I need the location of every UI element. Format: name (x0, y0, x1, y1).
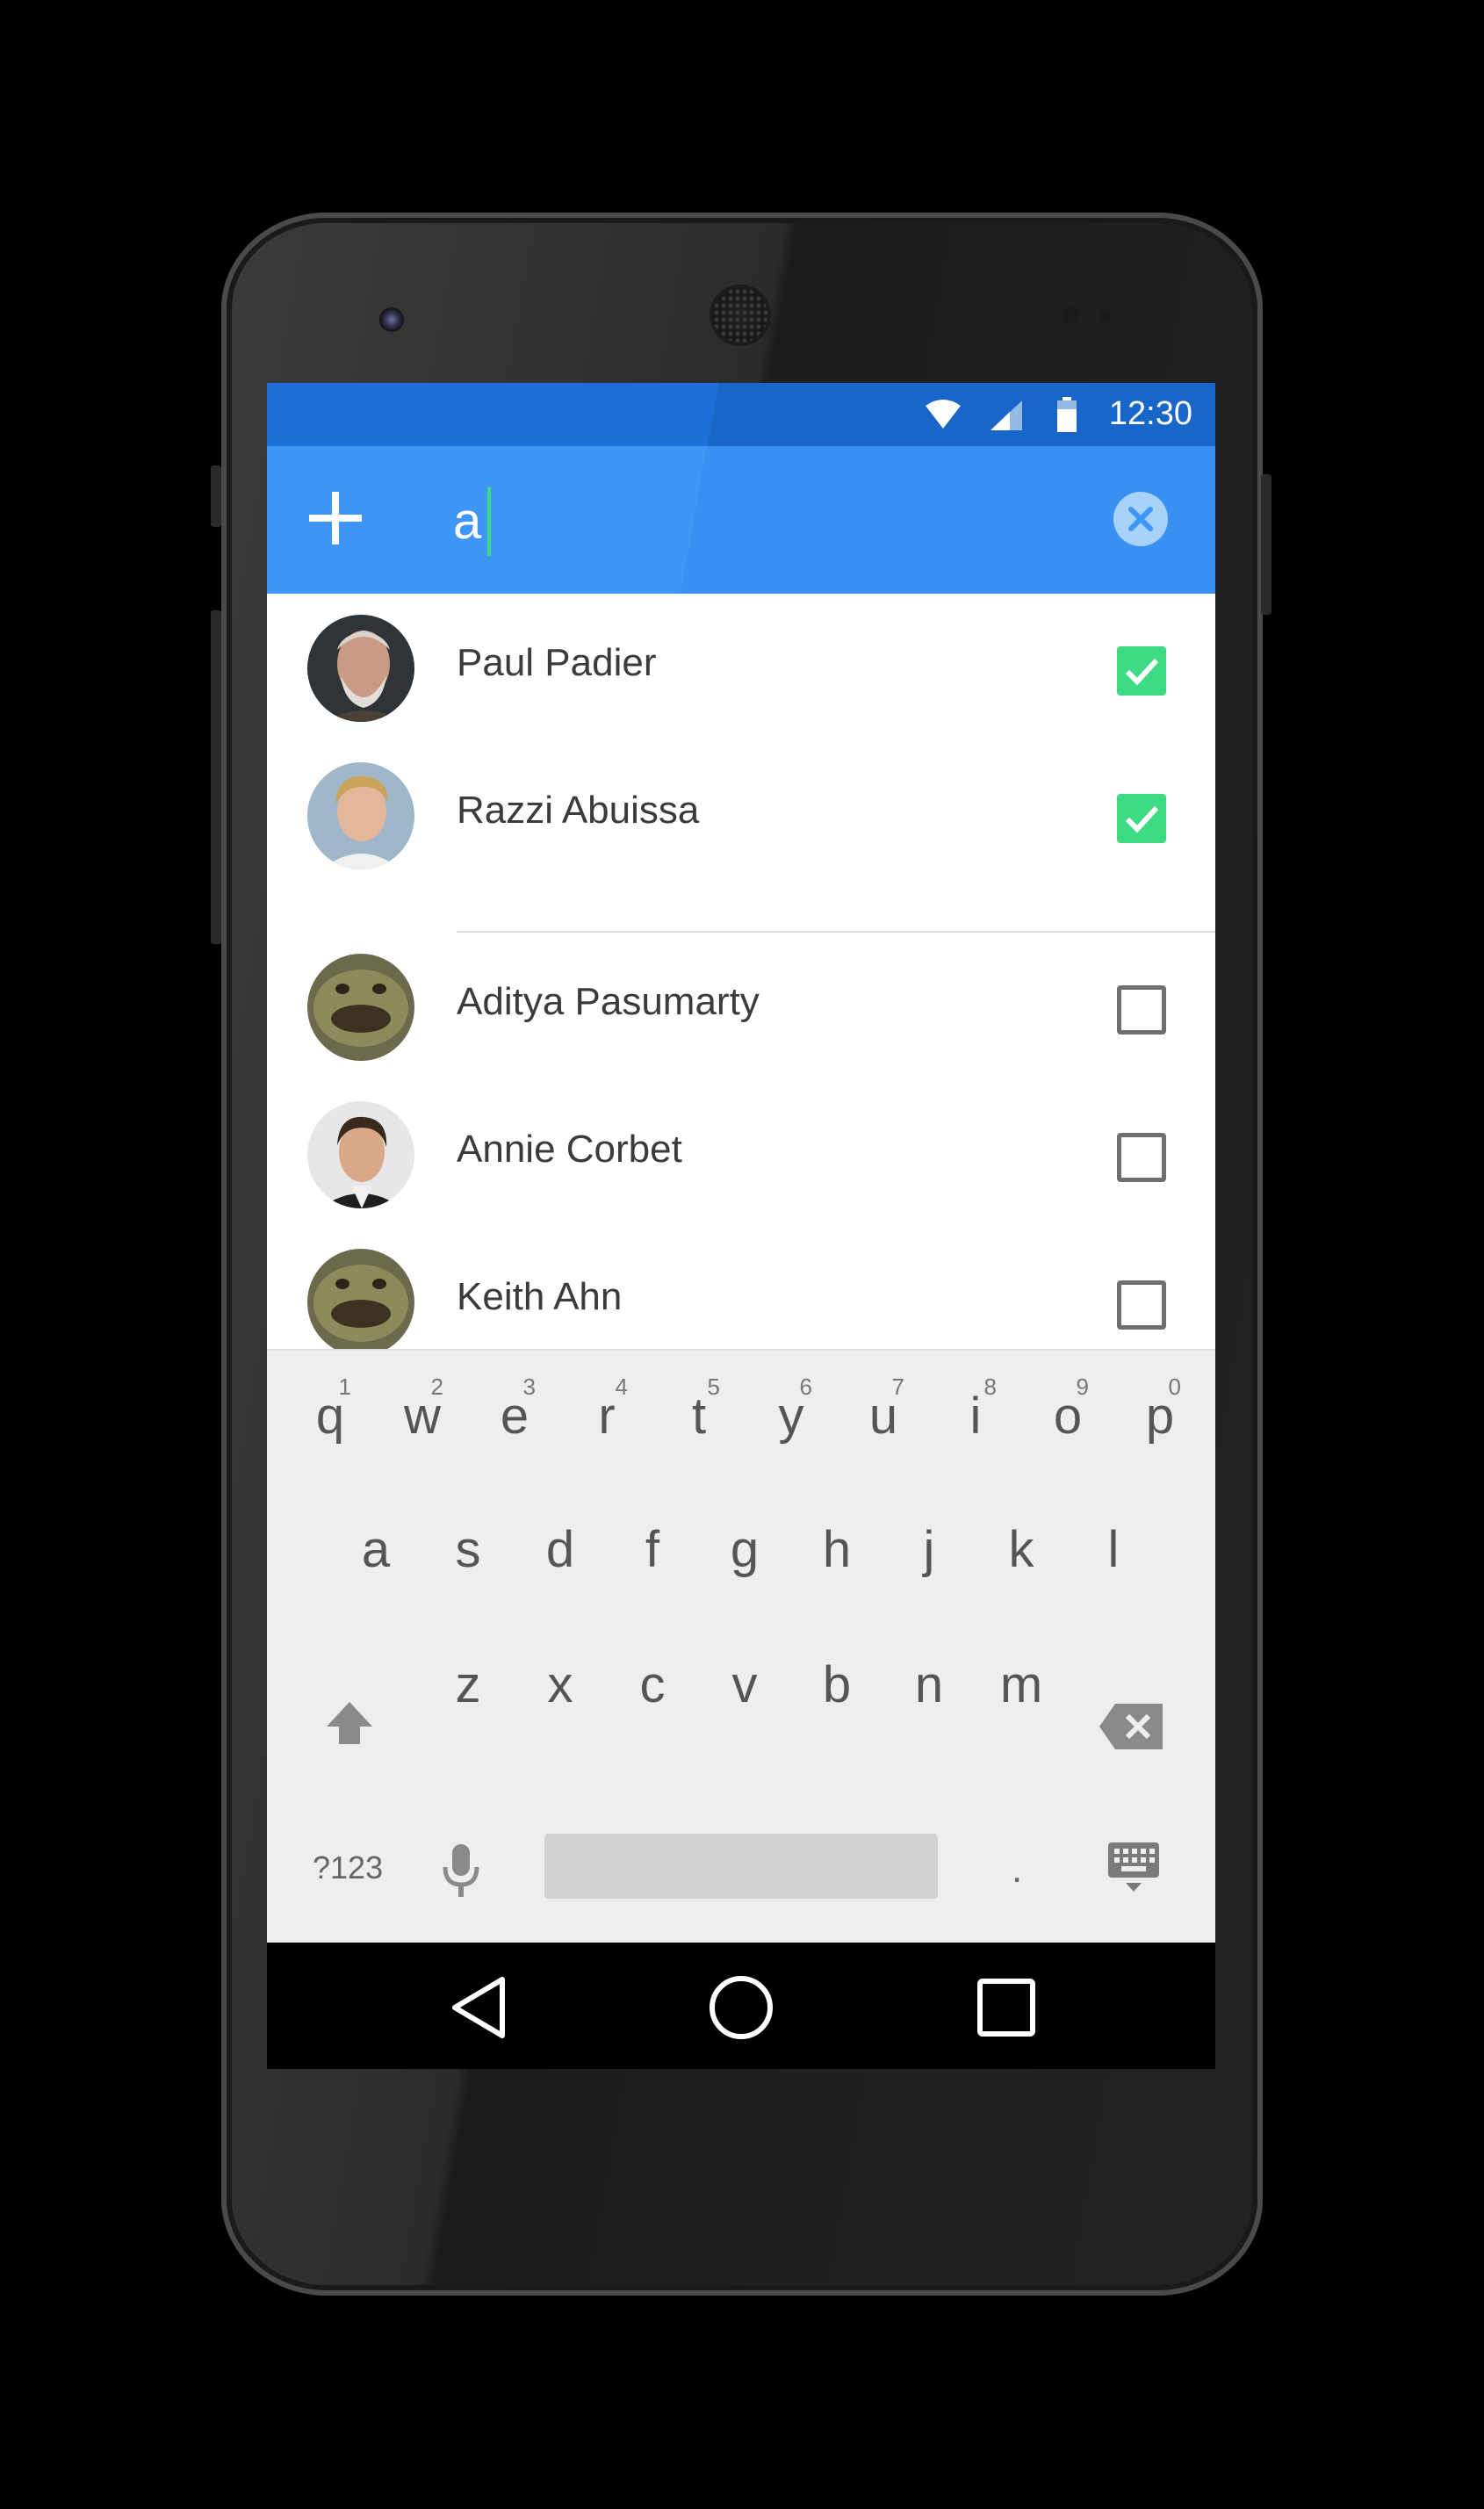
avatar (307, 1249, 414, 1356)
status-time: 12:30 (1108, 395, 1192, 432)
symbols-key[interactable]: ?123 (313, 1849, 383, 1886)
soft-keyboard: 1q 2w 3e 4r 5t 6y 7u 8i 9o 0p a s d f g … (267, 1349, 1215, 1944)
front-camera (379, 307, 404, 332)
key-q[interactable]: 1q (286, 1351, 374, 1456)
contact-row[interactable]: Paul Padier (267, 594, 1215, 741)
volume-button (211, 610, 221, 944)
contact-row[interactable]: Aditya Pasumarty (267, 933, 1215, 1080)
checkbox-checked[interactable] (1117, 646, 1166, 696)
wifi-icon (926, 400, 961, 429)
key-l[interactable]: l (1070, 1489, 1157, 1595)
period-key[interactable]: . (1012, 1848, 1022, 1892)
checkmark-icon (1125, 805, 1159, 833)
key-f[interactable]: f (609, 1489, 696, 1595)
key-y[interactable]: 6y (747, 1351, 835, 1456)
key-r[interactable]: 4r (563, 1351, 651, 1456)
avatar (307, 762, 414, 869)
key-p[interactable]: 0p (1116, 1351, 1204, 1456)
key-i[interactable]: 8i (932, 1351, 1019, 1456)
search-input[interactable] (453, 481, 857, 560)
keyboard-hide-icon[interactable] (1106, 1841, 1161, 1895)
contact-name: Aditya Pasumarty (457, 980, 760, 1023)
key-j[interactable]: j (885, 1489, 973, 1595)
key-x[interactable]: x (516, 1625, 604, 1730)
avatar (307, 954, 414, 1061)
key-d[interactable]: d (516, 1489, 604, 1595)
key-z[interactable]: z (424, 1625, 512, 1730)
key-u[interactable]: 7u (839, 1351, 927, 1456)
contact-name: Annie Corbet (457, 1128, 682, 1171)
shift-icon[interactable] (325, 1698, 374, 1748)
key-t[interactable]: 5t (655, 1351, 743, 1456)
space-bar[interactable] (544, 1834, 938, 1899)
phone-side-button (211, 465, 221, 527)
key-m[interactable]: m (977, 1625, 1065, 1730)
key-c[interactable]: c (609, 1625, 696, 1730)
home-circle-icon[interactable] (708, 1974, 774, 2041)
avatar (307, 1101, 414, 1208)
contact-name: Paul Padier (457, 641, 657, 684)
proximity-sensor (1063, 307, 1078, 323)
key-b[interactable]: b (793, 1625, 881, 1730)
key-k[interactable]: k (977, 1489, 1065, 1595)
checkbox-checked[interactable] (1117, 794, 1166, 843)
key-o[interactable]: 9o (1024, 1351, 1112, 1456)
key-v[interactable]: v (701, 1625, 789, 1730)
cell-signal-icon (991, 400, 1022, 430)
key-h[interactable]: h (793, 1489, 881, 1595)
close-circle-icon[interactable] (1113, 492, 1168, 546)
checkmark-icon (1125, 658, 1159, 686)
light-sensor (1099, 310, 1110, 321)
contact-name: Razzi Abuissa (457, 789, 700, 832)
checkbox-unchecked[interactable] (1117, 985, 1166, 1035)
key-n[interactable]: n (885, 1625, 973, 1730)
microphone-icon[interactable] (441, 1842, 481, 1899)
key-a[interactable]: a (332, 1489, 420, 1595)
text-cursor (487, 487, 491, 556)
avatar (307, 615, 414, 722)
checkbox-unchecked[interactable] (1117, 1133, 1166, 1182)
recents-square-icon[interactable] (973, 1974, 1040, 2041)
key-e[interactable]: 3e (471, 1351, 558, 1456)
plus-icon[interactable] (307, 490, 364, 546)
contact-row[interactable]: Razzi Abuissa (267, 741, 1215, 889)
checkbox-unchecked[interactable] (1117, 1280, 1166, 1330)
earpiece-speaker (713, 288, 767, 342)
key-s[interactable]: s (424, 1489, 512, 1595)
screen: 12:30 Paul Padier (267, 383, 1215, 2069)
status-bar: 12:30 (267, 383, 1215, 446)
backspace-icon[interactable] (1098, 1702, 1164, 1751)
contact-name: Keith Ahn (457, 1275, 623, 1318)
back-triangle-icon[interactable] (448, 1974, 515, 2041)
app-bar (267, 446, 1215, 594)
contact-row[interactable]: Annie Corbet (267, 1080, 1215, 1228)
navigation-bar (267, 1943, 1215, 2069)
power-button (1261, 474, 1271, 615)
key-w[interactable]: 2w (378, 1351, 466, 1456)
key-g[interactable]: g (701, 1489, 789, 1595)
battery-icon (1057, 397, 1077, 432)
